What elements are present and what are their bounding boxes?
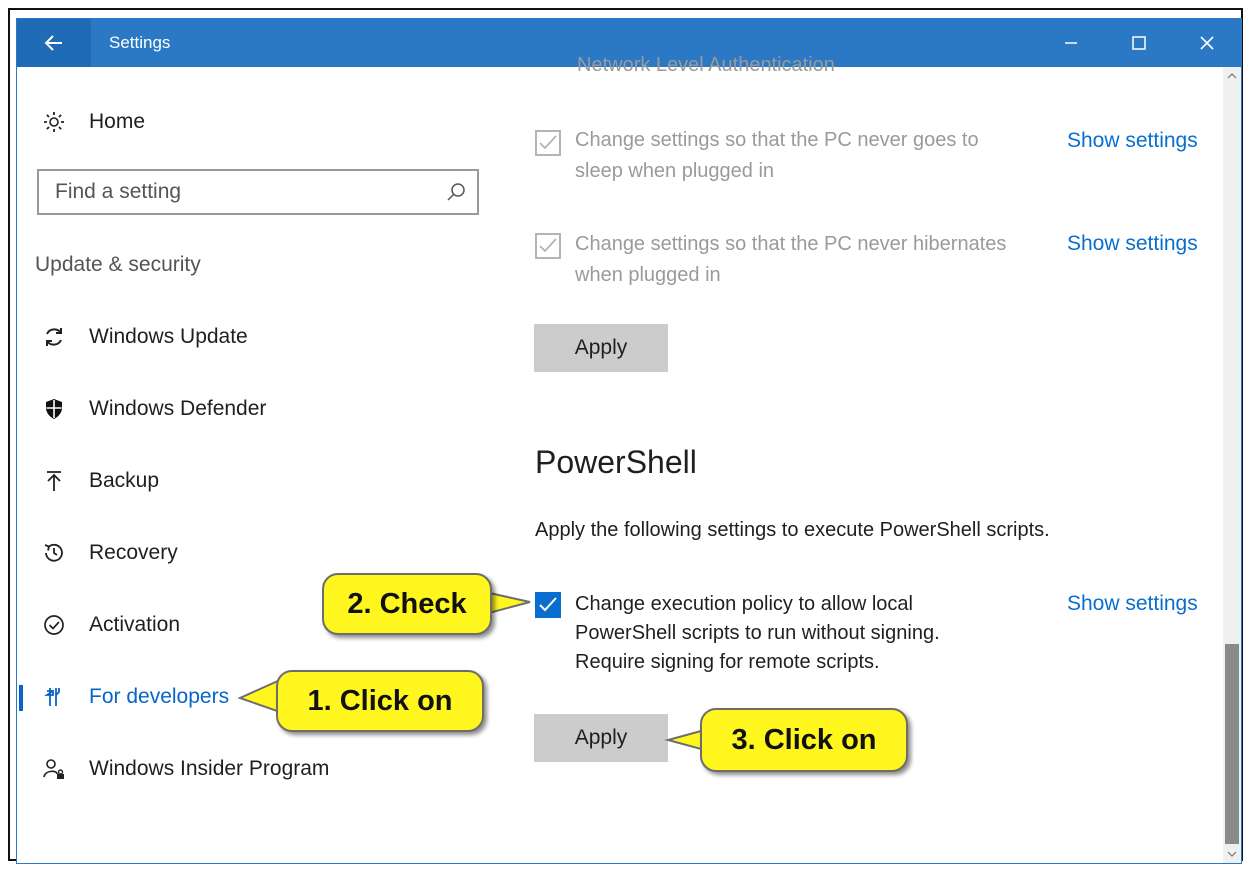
callout-step-1: 1. Click on (276, 670, 484, 732)
callout-pointers (237, 590, 713, 754)
callout-pointer (237, 678, 281, 714)
callout-step-2: 2. Check (322, 573, 492, 635)
callout-step-3: 3. Click on (700, 708, 908, 772)
